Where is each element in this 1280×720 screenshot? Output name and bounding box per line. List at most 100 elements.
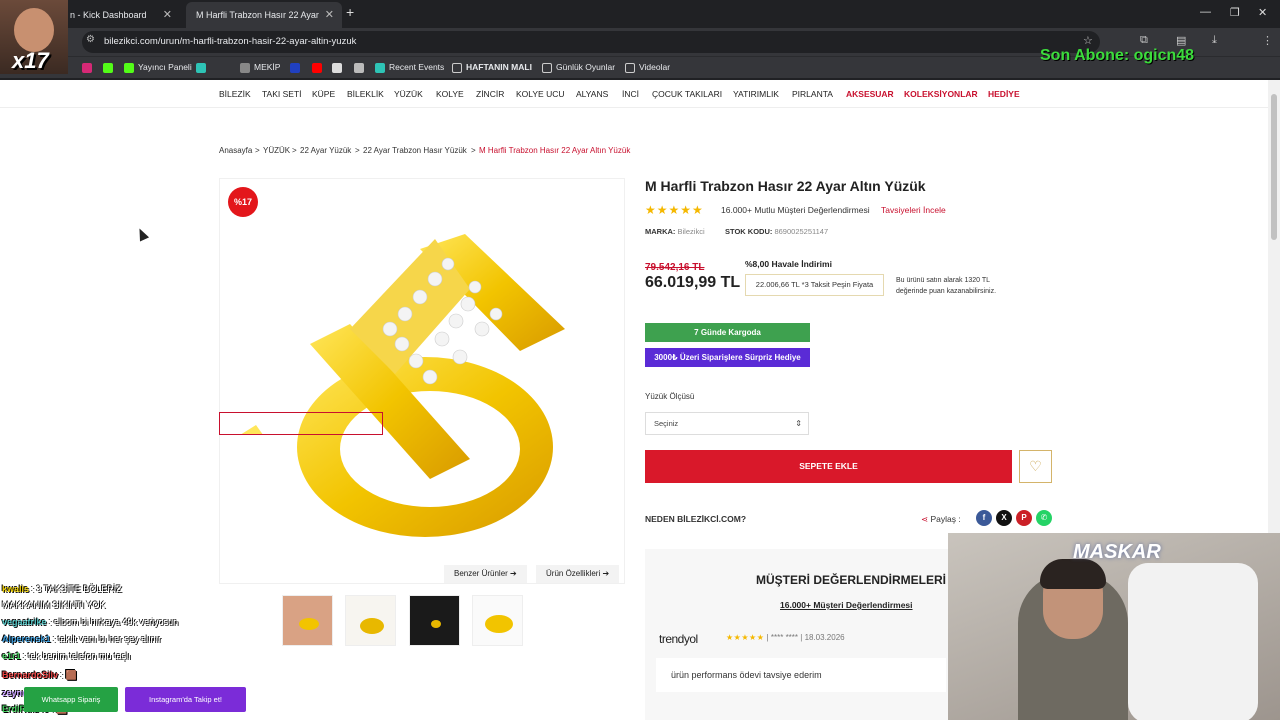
chat-message: : tek benim telefon mu taşlı [20,651,131,661]
thumbnail[interactable] [219,412,383,435]
nav-item[interactable]: ALYANS [576,89,608,99]
youtube-icon[interactable] [312,62,326,73]
nav-item-koleksiyonlar[interactable]: KOLEKSİYONLAR [904,89,978,99]
menu-icon[interactable]: ⋮ [1262,34,1273,47]
x-share-icon[interactable]: X [996,510,1012,526]
tab-label: M Harfli Trabzon Hasır 22 Ayar [196,10,319,20]
review-date: 18.03.2026 [804,633,845,642]
thumbnail[interactable] [282,595,333,646]
instagram-icon[interactable] [82,62,96,73]
minimize-button[interactable]: — [1200,6,1211,18]
site-info-icon[interactable]: ⚙ [86,34,95,45]
nav-item[interactable]: KÜPE [312,89,335,99]
bookmark-label: Videolar [639,62,671,72]
bookmark-haftanin-mali[interactable]: HAFTANIN MALI [452,62,532,73]
webcam-logo: MASKAR [1073,541,1161,563]
breadcrumb-current: M Harfli Trabzon Hasır 22 Ayar Altın Yüz… [479,146,631,155]
product-image-container[interactable]: %17 [219,178,625,584]
nav-item-aksesuar[interactable]: AKSESUAR [846,89,894,99]
pinterest-share-icon[interactable]: P [1016,510,1032,526]
thumbnail[interactable] [472,595,523,646]
ring-size-label: Yüzük Ölçüsü [645,392,695,401]
ring-size-select[interactable]: Seçiniz ⇕ [645,412,809,435]
brand-label: MARKA: [645,227,676,236]
breadcrumb-link[interactable]: 22 Ayar Yüzük [300,146,351,155]
breadcrumb-link[interactable]: Anasayfa [219,146,252,155]
last-subscriber-overlay: Son Abone: ogicn48 [1040,47,1195,64]
breadcrumb-sep: > [292,146,297,155]
bookmark-yayinci-paneli[interactable]: Yayıncı Paneli [124,62,192,73]
nav-item[interactable]: İNCİ [622,89,639,99]
streamer-cam-thumbnail: x17 [0,0,68,74]
bookmark-recent-events[interactable]: Recent Events [375,62,444,73]
bookmark-gunluk-oyunlar[interactable]: Günlük Oyunlar [542,62,615,73]
nav-item[interactable]: TAKI SETİ [262,89,302,99]
chat-message: MAKKANIM SIKINTI YOK [2,600,106,610]
whatsapp-share-icon[interactable]: ✆ [1036,510,1052,526]
nav-item[interactable]: KOLYE UCU [516,89,565,99]
nav-item[interactable]: YATIRIMLIK [733,89,779,99]
nav-item[interactable]: BİLEKLİK [347,89,384,99]
restore-button[interactable]: ❐ [1230,6,1240,19]
bookmark-icon[interactable] [290,62,304,73]
chat-line: Alperensk1 : takılt vanı bı her şey alın… [2,634,161,644]
product-title: M Harfli Trabzon Hasır 22 Ayar Altın Yüz… [645,178,926,194]
favorite-heart-icon[interactable]: ♡ [1019,450,1052,483]
review-card: ürün performans ödevi tavsiye ederim [656,658,946,692]
close-icon[interactable]: ✕ [163,2,172,28]
facebook-share-icon[interactable]: f [976,510,992,526]
product-features-button[interactable]: Ürün Özellikleri ➔ [536,565,620,583]
ring-thumb-image [241,425,263,434]
thumbnail[interactable] [409,595,460,646]
tab-kick-dashboard[interactable]: n - Kick Dashboard ✕ [60,2,180,28]
add-to-cart-button[interactable]: SEPETE EKLE [645,450,1012,483]
new-tab-button[interactable]: + [346,4,354,20]
nav-item[interactable]: KOLYE [436,89,464,99]
bookmark-icon[interactable] [332,62,346,73]
nav-item[interactable]: ZİNCİR [476,89,504,99]
nav-item[interactable]: ÇOCUK TAKILARI [652,89,722,99]
points-info: Bu ürünü satın alarak 1320 TL değerinde p… [896,275,1016,297]
close-window-button[interactable]: ✕ [1258,6,1267,19]
bookmark-star-icon[interactable]: ☆ [1083,34,1093,47]
instagram-follow-button[interactable]: Instagram'da Takip et! [125,687,246,712]
breadcrumb-link[interactable]: YÜZÜK [263,146,290,155]
why-bilezikci-link[interactable]: NEDEN BİLEZİKCİ.COM? [645,514,746,524]
chat-message: : elbom bi hırkaya 49k veriyosun [46,617,179,627]
ring-thumb-image [346,596,395,645]
bookmark-videolar[interactable]: Videolar [625,62,670,73]
havale-discount: %8,00 Havale İndirimi [745,259,832,269]
bookmark-icon[interactable] [196,62,210,73]
bookmark-mekip[interactable]: MEKİP [240,62,280,73]
url-field[interactable]: bilezikci.com/urun/m-harfli-trabzon-hasi… [82,31,1100,53]
review-link[interactable]: Tavsiyeleri İncele [881,205,946,215]
gift-badge: 3000₺ Üzeri Siparişlere Sürpriz Hediye [645,348,810,367]
bookmark-label: Recent Events [389,62,445,72]
nav-item[interactable]: BİLEZİK [219,89,251,99]
bookmark-label: HAFTANIN MALI [466,62,532,72]
reviews-count-link[interactable]: 16.000+ Müşteri Değerlendirmesi [780,600,913,610]
nav-item[interactable]: YÜZÜK [394,89,423,99]
installment-info: 22.006,66 TL *3 Taksit Peşin Fiyata [745,274,884,296]
chat-message: : takılt vanı bı her şey alınır [50,634,162,644]
close-icon[interactable]: ✕ [325,2,334,28]
bookmark-icon[interactable] [354,62,368,73]
download-icon[interactable]: ⤓ [1212,34,1217,47]
breadcrumb-link[interactable]: 22 Ayar Trabzon Hasır Yüzük [363,146,467,155]
review-meta: ★★★★★ | **** **** | 18.03.2026 [726,633,845,642]
review-stars-icon: ★★★★★ [726,633,765,642]
cam-label: x17 [12,48,49,73]
tab-product[interactable]: M Harfli Trabzon Hasır 22 Ayar ✕ [186,2,342,28]
scrollbar-thumb[interactable] [1271,94,1277,240]
thumbnail[interactable] [345,595,396,646]
whatsapp-order-button[interactable]: Whatsapp Sipariş [24,687,118,712]
share-text: Paylaş : [930,514,961,524]
similar-products-button[interactable]: Benzer Ürünler ➔ [444,565,527,583]
extensions-icon[interactable]: ⧉ [1140,34,1148,47]
share-icon: ⋖ [921,514,929,524]
nav-item-hediye[interactable]: HEDİYE [988,89,1020,99]
shipping-badge: 7 Günde Kargoda [645,323,810,342]
nav-item[interactable]: PIRLANTA [792,89,833,99]
kick-icon[interactable] [103,62,117,73]
sidepanel-icon[interactable]: ▤ [1176,34,1186,47]
